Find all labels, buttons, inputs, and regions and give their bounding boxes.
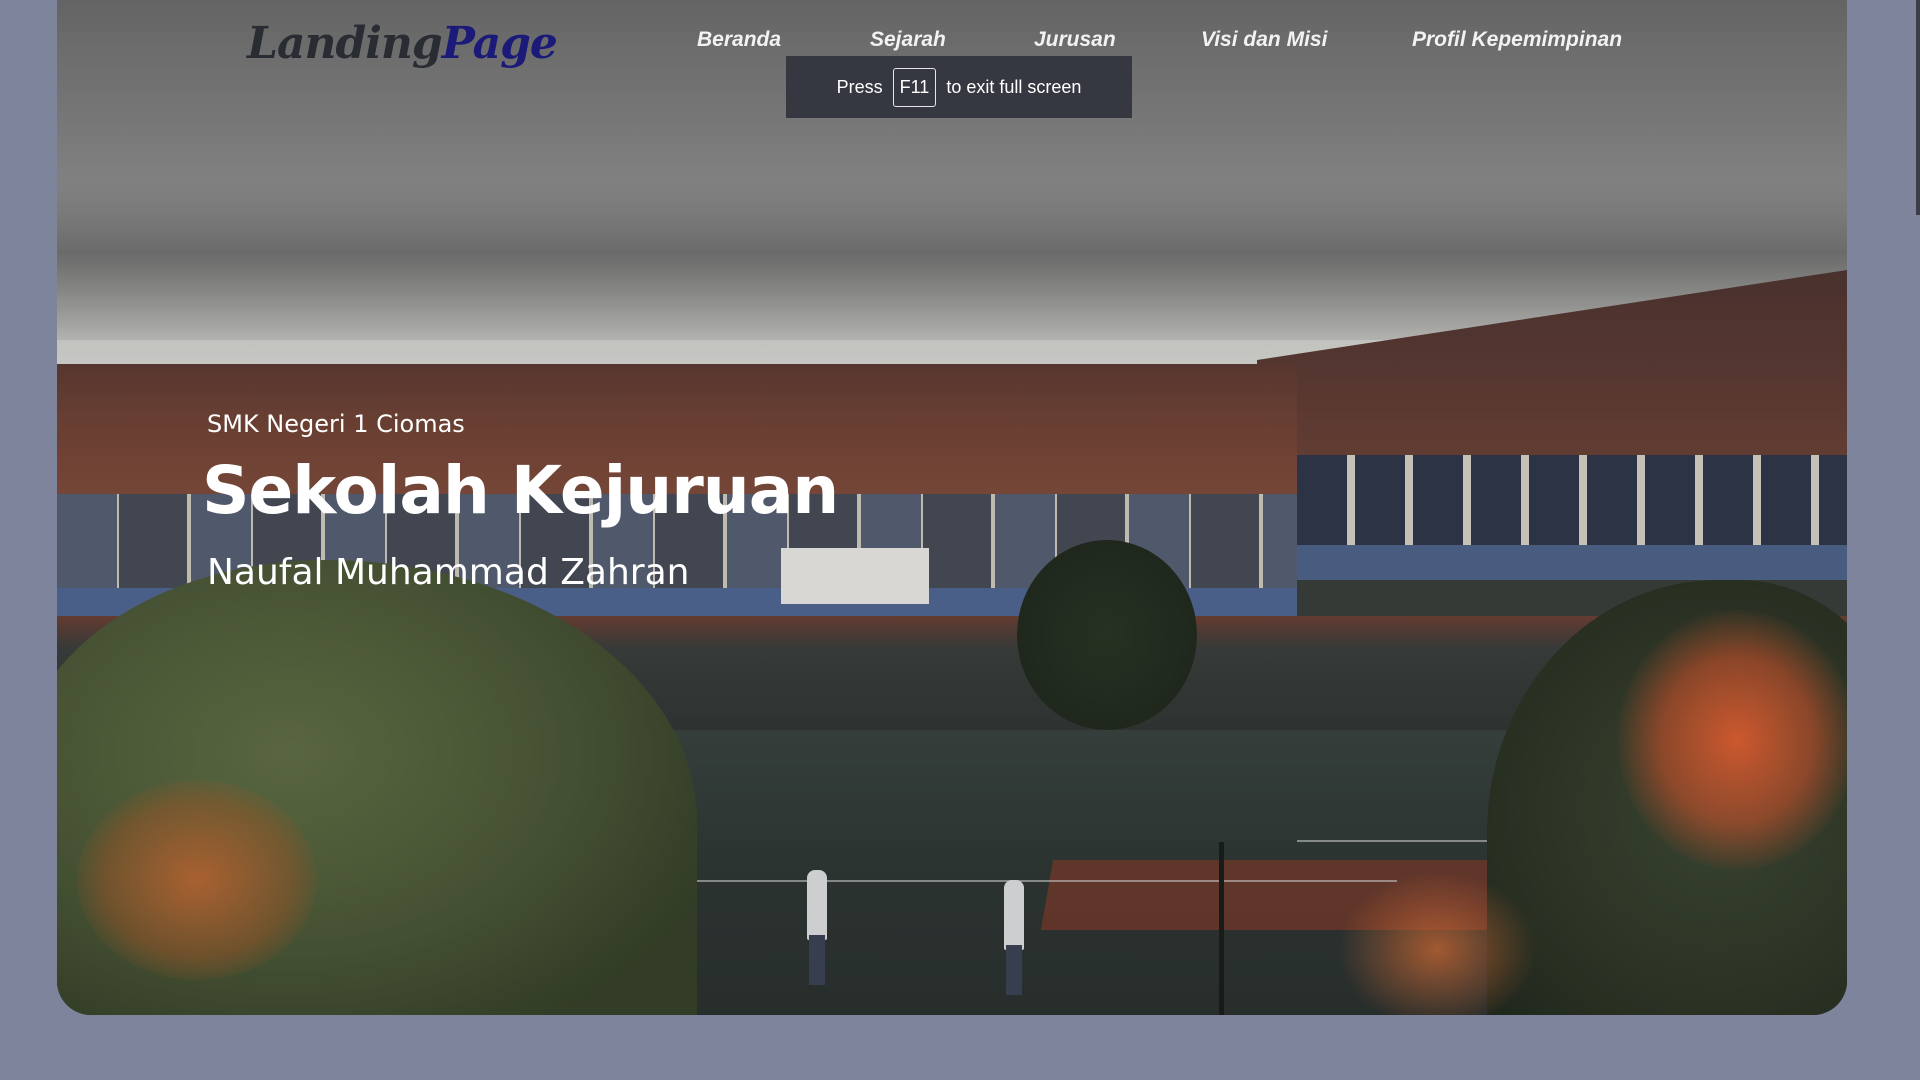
fullscreen-exit-notice: Press F11 to exit full screen	[786, 56, 1132, 118]
notice-prefix: Press	[836, 76, 883, 97]
nav-item-sejarah[interactable]: Sejarah	[870, 28, 946, 52]
notice-suffix: to exit full screen	[946, 76, 1082, 97]
hero-subtitle: SMK Negeri 1 Ciomas	[207, 410, 465, 438]
f11-key-badge: F11	[892, 67, 937, 107]
hero-title: Sekolah Kejuruan	[202, 452, 839, 529]
scrollbar-thumb[interactable]	[1916, 0, 1920, 215]
hero-section: LandingPage Beranda Sejarah Jurusan Visi…	[57, 0, 1847, 1015]
nav-item-profil-kepemimpinan[interactable]: Profil Kepemimpinan	[1412, 28, 1622, 52]
nav-item-visi-misi[interactable]: Visi dan Misi	[1201, 28, 1327, 52]
hero-author-name: Naufal Muhammad Zahran	[207, 552, 690, 593]
nav-item-beranda[interactable]: Beranda	[697, 28, 781, 52]
nav-item-jurusan[interactable]: Jurusan	[1034, 28, 1116, 52]
